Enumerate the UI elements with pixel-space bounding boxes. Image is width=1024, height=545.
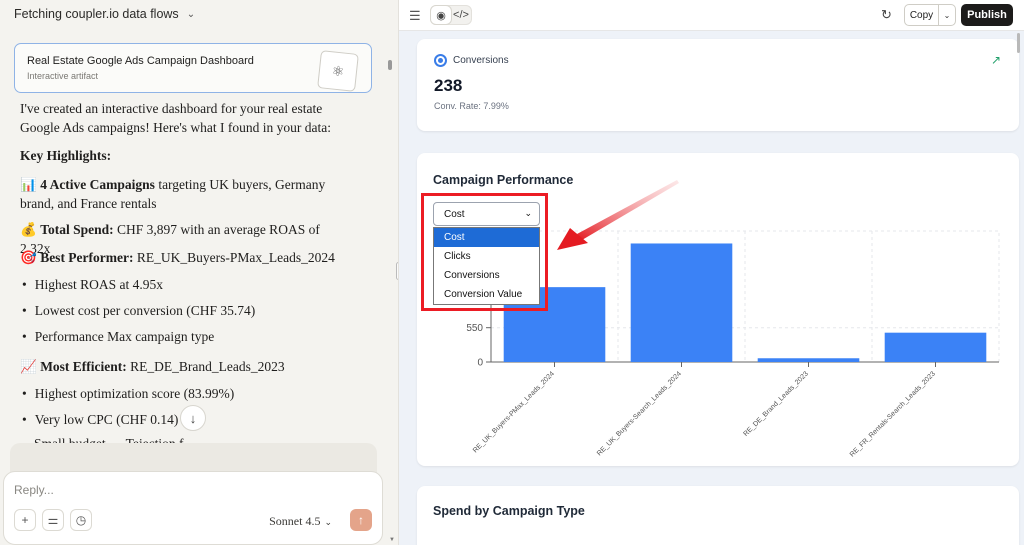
chart-emoji-icon: 📊 [20,177,37,192]
arrow-up-icon: ↑ [358,513,364,527]
intro-text: I've created an interactive dashboard fo… [20,101,331,135]
chevron-down-icon: ⌄ [186,8,196,20]
reply-input[interactable]: Reply... [14,483,54,497]
send-button[interactable]: ↑ [350,509,372,531]
atom-icon: ⚛ [317,50,359,92]
sliders-icon: ⚌ [47,513,59,527]
campaign-performance-card: 0 550 RE_UK_Buyers-PMax_Leads_2024 RE_UK_Bu… [417,153,1019,466]
conversions-title: Conversions [453,55,509,66]
highlight-active-campaigns: 📊 4 Active Campaigns targeting UK buyers… [20,177,326,211]
chart-bar [630,243,733,362]
target-icon [434,54,447,67]
y-tick-label: 0 [477,358,483,369]
model-selector[interactable]: Sonnet 4.5 ⌄ [269,514,332,529]
conversation-title[interactable]: Fetching coupler.io data flows ⌄ [14,7,195,21]
highlight-most-efficient: 📈 Most Efficient: RE_DE_Brand_Leads_2023 [20,359,285,374]
key-highlights-heading: Key Highlights: [20,148,112,163]
conversion-rate: Conv. Rate: 7.99% [434,101,509,111]
model-name: Sonnet 4.5 [269,514,321,528]
chart-bar [884,332,987,362]
campaign-performance-title: Campaign Performance [433,173,574,187]
x-tick-label: RE_DE_Brand_Leads_2023 [742,370,809,437]
artifact-subtitle: Interactive artifact [27,71,99,81]
conversation-title-text: Fetching coupler.io data flows [14,7,179,21]
conversions-card: Conversions ↗ 238 Conv. Rate: 7.99% [417,39,1019,131]
list-item: Highest ROAS at 4.95x [22,277,163,293]
publish-button[interactable]: Publish [961,4,1013,26]
settings-button[interactable]: ⚌ [42,509,64,531]
clock-icon: ◷ [75,513,87,527]
code-icon[interactable]: </> [451,6,471,24]
x-tick-label: RE_UK_Buyers-Search_Leads_2024 [596,370,683,457]
scroll-down-arrow-icon[interactable]: ▼ [389,537,395,543]
highlight-best-performer: 🎯 Best Performer: RE_UK_Buyers-PMax_Lead… [20,250,335,265]
artifact-toolbar: ☰ ◉ </> ↻ Copy ⌄ Publish [399,0,1024,31]
artifact-title: Real Estate Google Ads Campaign Dashboar… [27,55,254,67]
conversions-value: 238 [434,76,463,95]
list-item: Performance Max campaign type [22,329,215,345]
highlight-box [421,193,548,311]
scrollbar-thumb[interactable] [1017,33,1020,53]
trend-emoji-icon: 📈 [20,359,37,374]
chevron-down-icon[interactable]: ⌄ [939,5,955,25]
history-button[interactable]: ◷ [70,509,92,531]
chart-bar [757,358,860,362]
target-emoji-icon: 🎯 [20,250,37,265]
list-item: Very low CPC (CHF 0.14) [22,412,179,428]
artifact-card[interactable]: Real Estate Google Ads Campaign Dashboar… [14,43,372,93]
copy-label[interactable]: Copy [905,5,939,25]
scroll-down-button[interactable]: ↓ [180,405,206,431]
money-bag-emoji-icon: 💰 [20,222,37,237]
x-tick-label: RE_UK_Buyers-PMax_Leads_2024 [472,370,556,454]
chevron-down-icon: ⌄ [324,517,332,527]
add-button[interactable]: + [14,509,36,531]
refresh-icon[interactable]: ↻ [881,7,892,23]
view-toggle[interactable]: ◉ </> [430,5,472,25]
eye-icon[interactable]: ◉ [431,6,451,24]
list-item: Highest optimization score (83.99%) [22,386,234,402]
reply-composer[interactable]: Reply... + ⚌ ◷ Sonnet 4.5 ⌄ ↑ [3,471,383,545]
x-tick-label: RE_FR_Rentals-Search_Leads_2023 [849,370,937,458]
spend-by-type-title: Spend by Campaign Type [433,504,585,518]
artifact-panel: ☰ ◉ </> ↻ Copy ⌄ Publish Conversions ↗ 2… [398,0,1024,545]
spend-by-type-card: Spend by Campaign Type [417,486,1019,545]
list-icon[interactable]: ☰ [409,8,421,24]
scrollbar-thumb[interactable] [388,60,392,70]
plus-icon: + [21,513,29,527]
arrow-down-icon: ↓ [189,410,197,426]
copy-button[interactable]: Copy ⌄ [904,4,956,26]
y-tick-label: 550 [466,323,483,334]
list-item: Lowest cost per conversion (CHF 35.74) [22,303,255,319]
chat-panel: Fetching coupler.io data flows ⌄ Real Es… [0,0,396,545]
trending-up-icon: ↗ [990,53,1001,67]
